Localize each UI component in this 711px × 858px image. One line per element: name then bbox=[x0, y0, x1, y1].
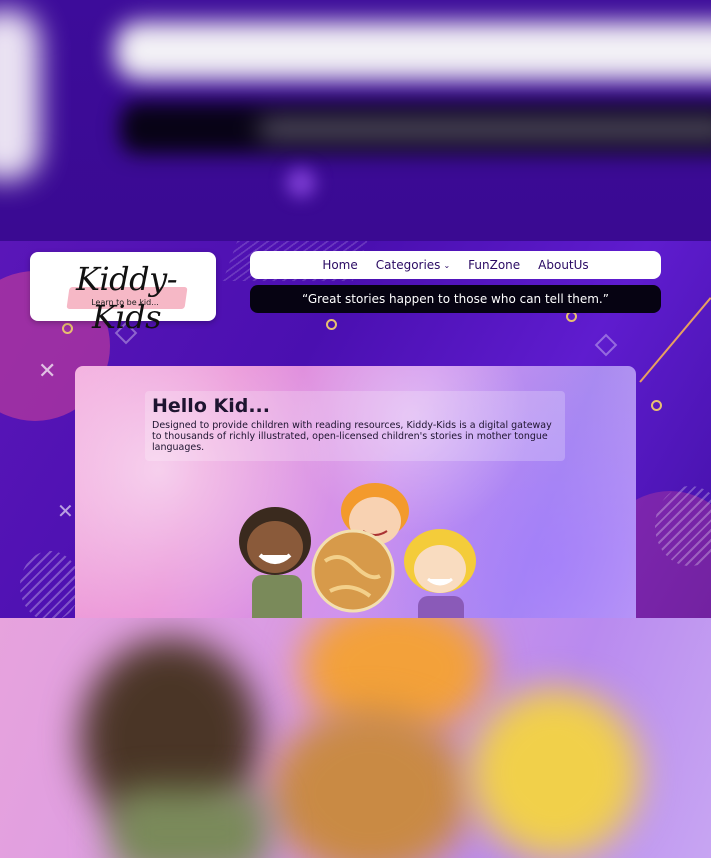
main-nav: Home Categories ⌄ FunZone AboutUs bbox=[250, 251, 661, 279]
quote-text: “Great stories happen to those who can t… bbox=[302, 292, 609, 306]
x-mark-icon: ✕ bbox=[57, 499, 74, 523]
nav-label: Categories bbox=[375, 258, 441, 272]
blurred-quote bbox=[120, 102, 711, 154]
blurred-logo bbox=[0, 10, 40, 180]
blurred-header-backdrop bbox=[0, 0, 711, 241]
decor-stripes bbox=[20, 551, 80, 618]
hero-text-panel: Hello Kid... Designed to provide childre… bbox=[145, 391, 565, 461]
nav-label: Home bbox=[322, 258, 358, 272]
blurred-girl bbox=[470, 688, 640, 858]
chevron-down-icon: ⌄ bbox=[443, 260, 451, 270]
nav-item-categories[interactable]: Categories ⌄ bbox=[376, 258, 450, 272]
diamond-icon bbox=[594, 333, 618, 357]
main-section: ✕ ✕ Kiddy-Kids Learn to be kid... Home C… bbox=[0, 241, 711, 618]
blurred-nav bbox=[115, 22, 711, 80]
hero-title: Hello Kid... bbox=[152, 395, 270, 417]
quote-banner: “Great stories happen to those who can t… bbox=[250, 285, 661, 313]
site-logo[interactable]: Kiddy-Kids Learn to be kid... bbox=[30, 252, 216, 336]
logo-tagline: Learn to be kid... bbox=[91, 298, 159, 307]
hero-description: Designed to provide children with readin… bbox=[152, 420, 552, 453]
hero-banner: Hello Kid... Designed to provide childre… bbox=[75, 366, 636, 618]
ring-icon bbox=[651, 400, 662, 411]
blurred-shirt bbox=[110, 788, 270, 858]
blurred-dot bbox=[286, 168, 316, 198]
nav-label: AboutUs bbox=[538, 258, 589, 272]
nav-item-funzone[interactable]: FunZone bbox=[468, 258, 520, 272]
blurred-globe bbox=[270, 708, 470, 858]
blurred-hero-backdrop bbox=[0, 618, 711, 858]
x-mark-icon: ✕ bbox=[38, 359, 57, 384]
kids-with-globe-illustration bbox=[239, 483, 476, 618]
ring-icon bbox=[326, 319, 337, 330]
nav-item-aboutus[interactable]: AboutUs bbox=[538, 258, 589, 272]
nav-label: FunZone bbox=[468, 258, 521, 272]
nav-item-home[interactable]: Home bbox=[322, 258, 357, 272]
